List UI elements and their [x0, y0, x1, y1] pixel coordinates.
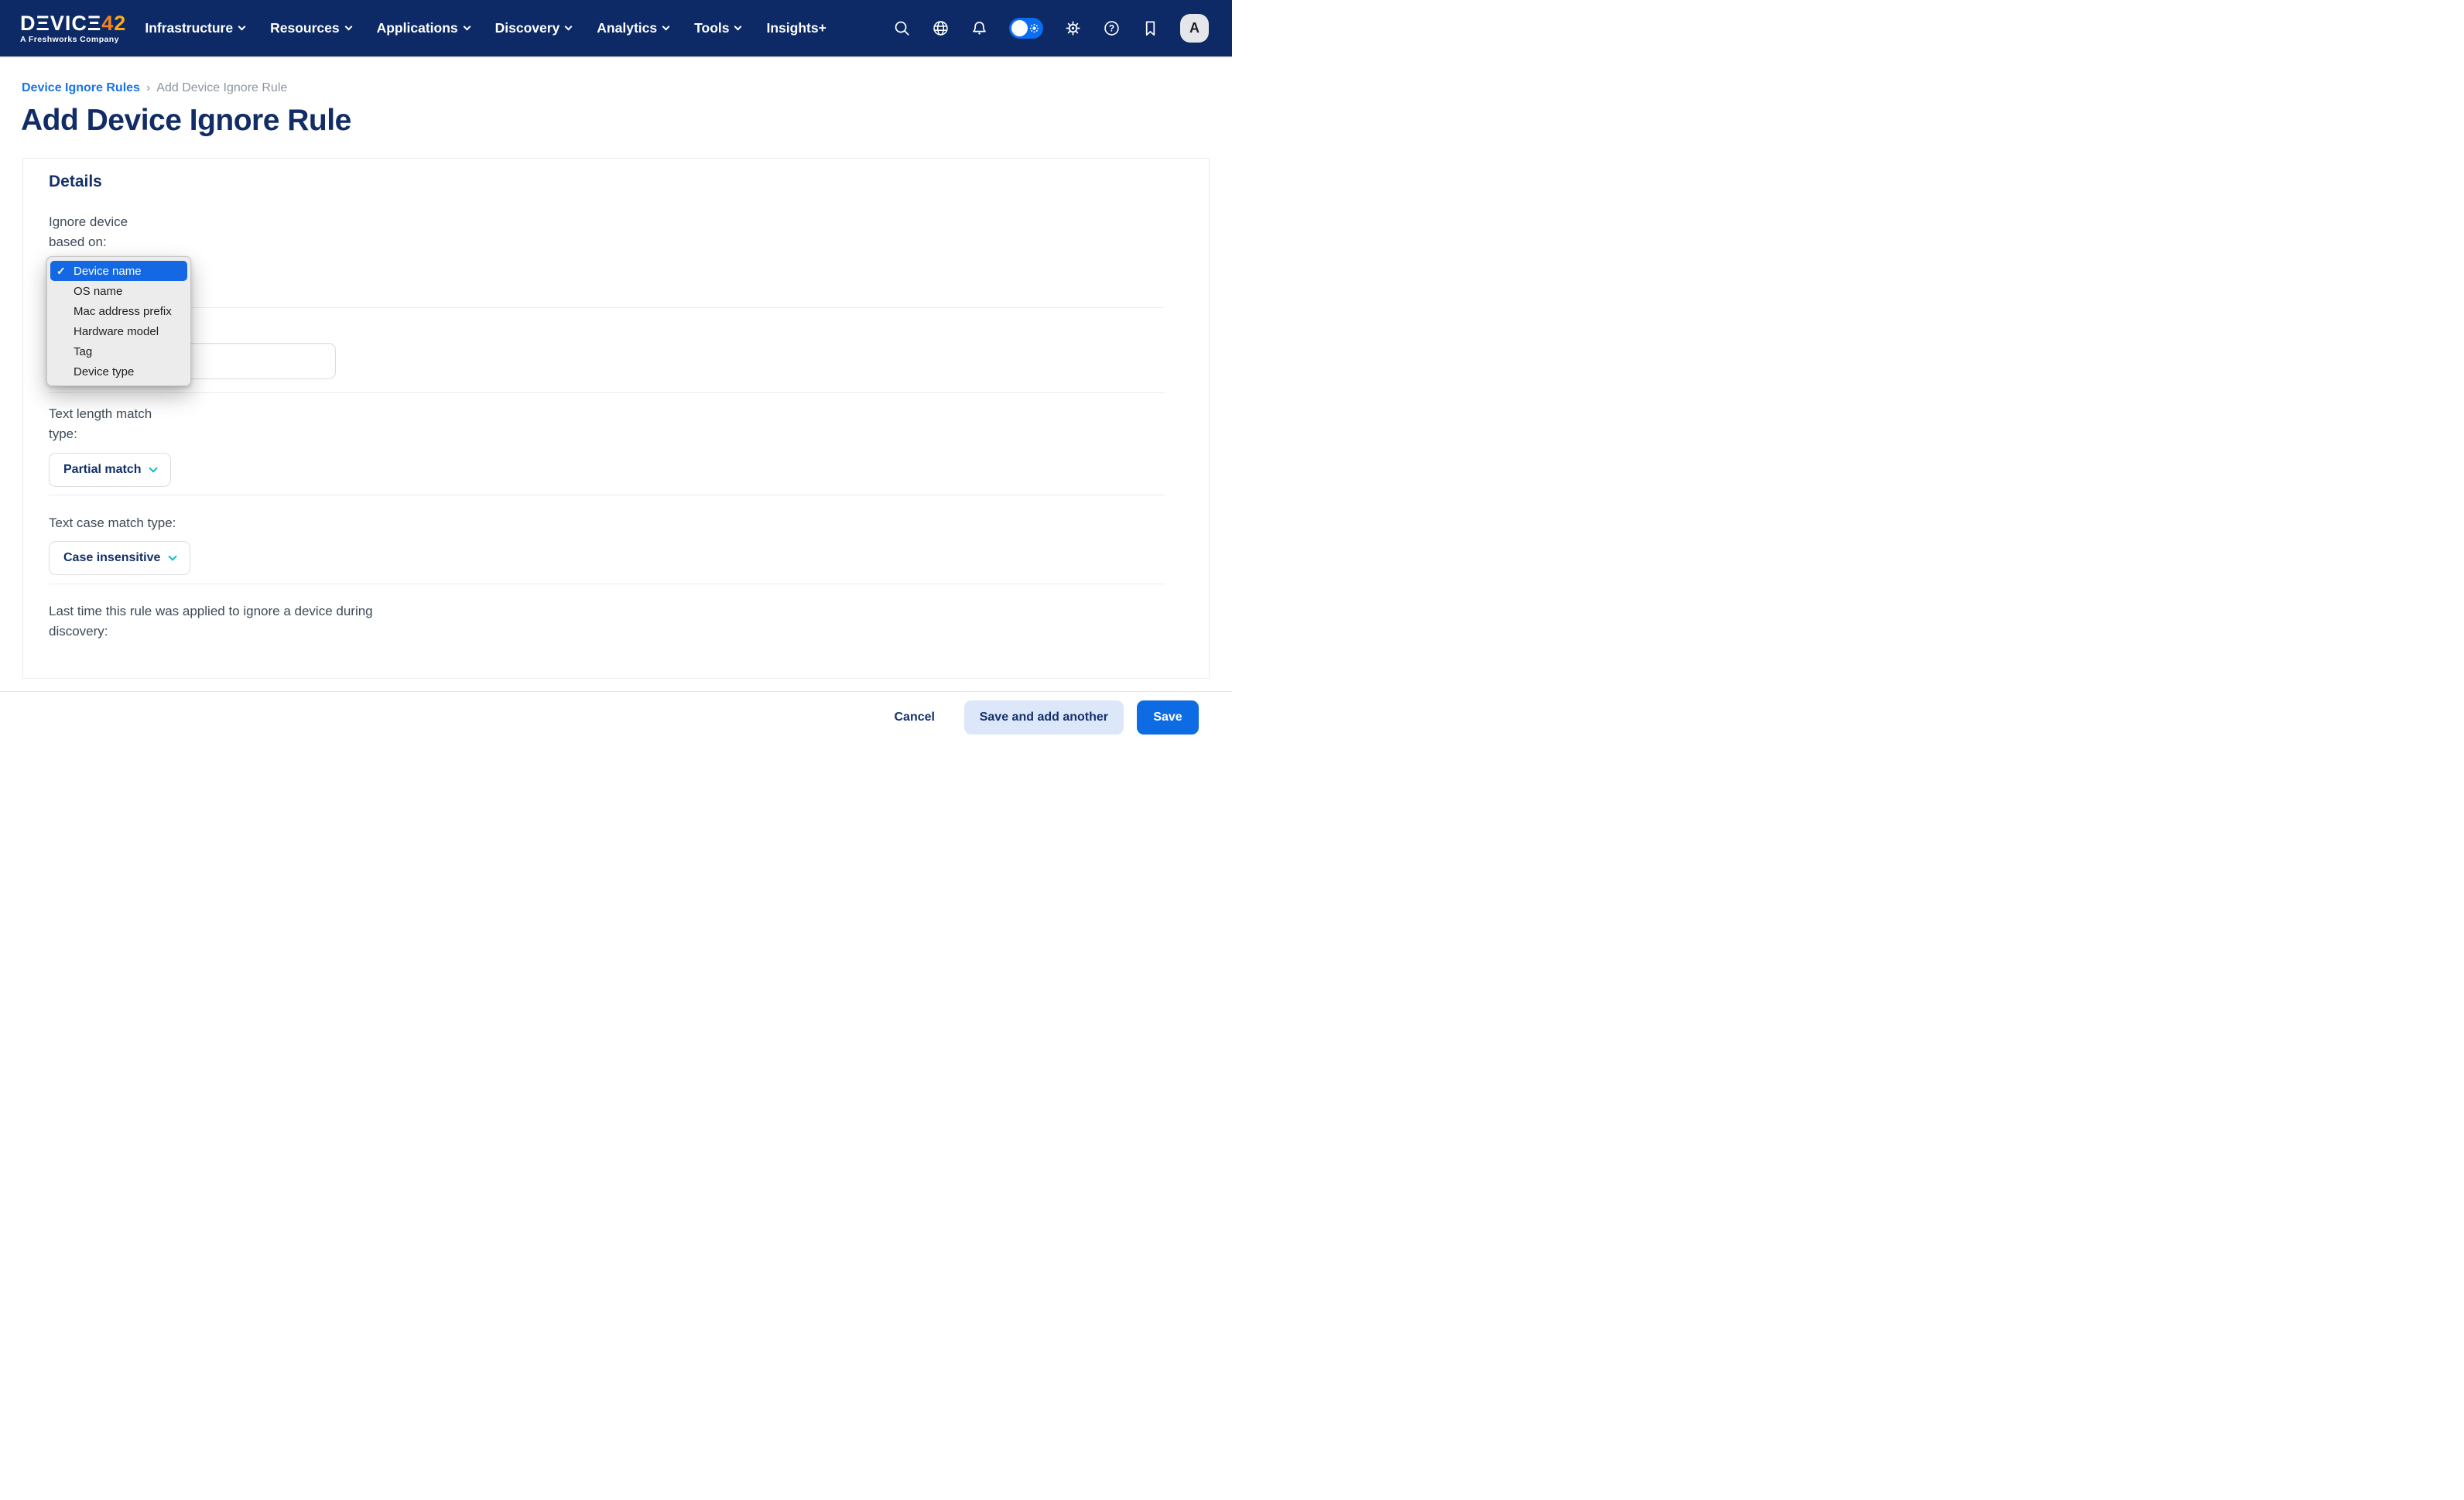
- cancel-button[interactable]: Cancel: [878, 700, 951, 735]
- logo-tagline: A Freshworks Company: [20, 35, 126, 44]
- chevron-down-icon: [565, 23, 573, 31]
- dropdown-option-hardware-model[interactable]: Hardware model: [50, 321, 187, 341]
- details-card: Details Ignore device based on: Text len…: [22, 158, 1210, 679]
- avatar[interactable]: A: [1180, 14, 1209, 43]
- nav-item-label: Insights+: [766, 20, 826, 36]
- text-case-match-value: Case insensitive: [63, 551, 160, 565]
- chevron-down-icon: [344, 23, 352, 31]
- nav-item-discovery[interactable]: Discovery: [495, 20, 572, 36]
- save-and-add-another-button[interactable]: Save and add another: [964, 700, 1124, 735]
- device42-logo[interactable]: DΞVICΞ42 A Freshworks Company: [20, 12, 126, 44]
- breadcrumb: Device Ignore Rules › Add Device Ignore …: [22, 81, 287, 95]
- dropdown-option-mac-address-prefix[interactable]: Mac address prefix: [50, 301, 187, 321]
- nav-item-label: Discovery: [495, 20, 560, 36]
- nav-item-label: Tools: [694, 20, 729, 36]
- sun-icon: [1028, 22, 1040, 34]
- form-row-text-length-match: Text length match type: Partial match: [49, 393, 1165, 495]
- chevron-down-icon: [169, 552, 177, 560]
- navbar-actions: ? A: [893, 14, 1209, 43]
- text-length-match-label: Text length match type:: [49, 404, 180, 444]
- toggle-knob: [1011, 20, 1028, 36]
- chevron-down-icon: [149, 464, 158, 472]
- ignore-based-on-label: Ignore device based on:: [49, 212, 149, 252]
- text-length-match-select[interactable]: Partial match: [49, 453, 171, 487]
- form-row-name-to-ignore: [49, 308, 1165, 393]
- form-row-text-case-match: Text case match type: Case insensitive: [49, 495, 1165, 584]
- nav-item-insights[interactable]: Insights+: [766, 20, 826, 36]
- top-navbar: DΞVICΞ42 A Freshworks Company Infrastruc…: [0, 0, 1232, 58]
- text-case-match-label: Text case match type:: [49, 513, 180, 533]
- logo-accent-4: 4: [101, 12, 114, 35]
- dropdown-option-device-name[interactable]: ✓ Device name: [50, 261, 187, 281]
- last-applied-label: Last time this rule was applied to ignor…: [49, 601, 374, 642]
- dropdown-option-device-type[interactable]: Device type: [50, 361, 187, 382]
- logo-accent-2: 2: [114, 12, 126, 35]
- chevron-down-icon: [238, 23, 246, 31]
- nav-item-infrastructure[interactable]: Infrastructure: [145, 20, 245, 36]
- page: DΞVICΞ42 A Freshworks Company Infrastruc…: [0, 0, 1232, 750]
- bell-icon[interactable]: [970, 19, 988, 37]
- nav-item-label: Analytics: [597, 20, 657, 36]
- chevron-down-icon: [662, 23, 670, 31]
- gear-icon[interactable]: [1064, 19, 1082, 37]
- breadcrumb-separator: ›: [146, 81, 150, 95]
- chevron-down-icon: [463, 23, 471, 31]
- nav-item-label: Resources: [270, 20, 340, 36]
- page-title: Add Device Ignore Rule: [21, 104, 351, 138]
- nav-menu: Infrastructure Resources Applications Di…: [145, 20, 826, 36]
- breadcrumb-link-device-ignore-rules[interactable]: Device Ignore Rules: [22, 81, 140, 95]
- save-button[interactable]: Save: [1137, 700, 1199, 735]
- bookmark-icon[interactable]: [1141, 19, 1159, 37]
- nav-item-analytics[interactable]: Analytics: [597, 20, 669, 36]
- text-case-match-select[interactable]: Case insensitive: [49, 541, 190, 575]
- check-icon: ✓: [56, 265, 69, 278]
- option-label: Device name: [74, 265, 142, 278]
- form-row-ignore-based-on: Ignore device based on:: [49, 191, 1165, 308]
- footer-action-bar: Cancel Save and add another Save: [0, 691, 1232, 750]
- nav-item-applications[interactable]: Applications: [377, 20, 470, 36]
- section-title-details: Details: [49, 173, 1165, 191]
- dropdown-option-os-name[interactable]: OS name: [50, 281, 187, 301]
- nav-item-label: Infrastructure: [145, 20, 233, 36]
- breadcrumb-current: Add Device Ignore Rule: [156, 81, 287, 95]
- ignore-based-on-dropdown: ✓ Device name OS name Mac address prefix…: [46, 256, 191, 386]
- globe-icon[interactable]: [932, 19, 950, 37]
- chevron-down-icon: [734, 23, 742, 31]
- logo-brand: DΞVICΞ42: [20, 12, 126, 34]
- text-length-match-value: Partial match: [63, 463, 141, 477]
- nav-item-resources[interactable]: Resources: [270, 20, 351, 36]
- theme-toggle[interactable]: [1009, 18, 1043, 39]
- help-icon[interactable]: ?: [1103, 19, 1121, 37]
- form-row-last-applied: Last time this rule was applied to ignor…: [49, 584, 1165, 642]
- search-icon[interactable]: [893, 19, 911, 37]
- dropdown-option-tag[interactable]: Tag: [50, 341, 187, 361]
- nav-item-tools[interactable]: Tools: [694, 20, 741, 36]
- nav-item-label: Applications: [377, 20, 458, 36]
- svg-text:?: ?: [1109, 23, 1114, 34]
